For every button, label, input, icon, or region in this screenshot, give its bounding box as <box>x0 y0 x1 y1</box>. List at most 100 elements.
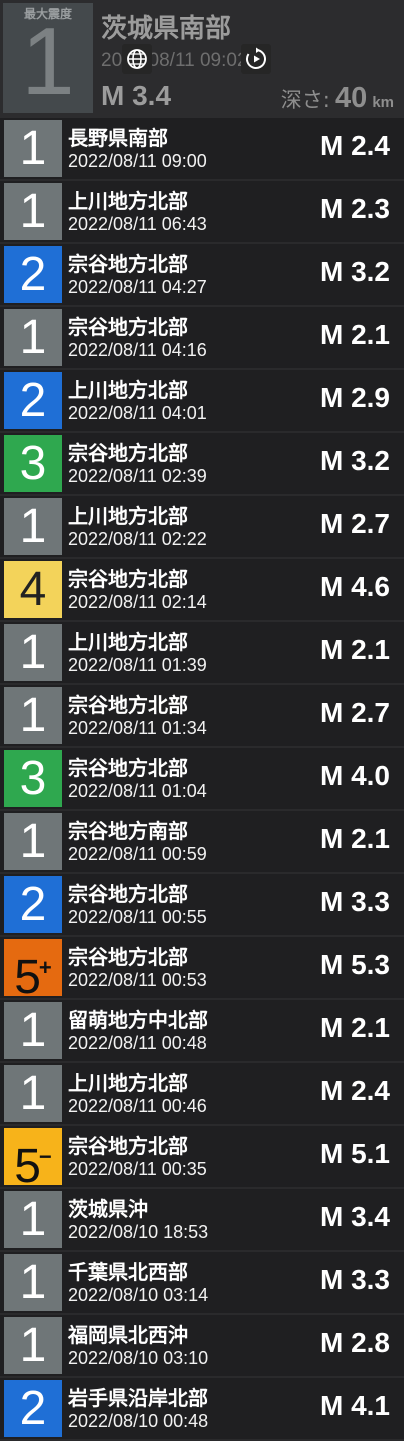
intensity-badge: 4 <box>4 561 62 618</box>
intensity-badge: 2 <box>4 246 62 303</box>
quake-list: 1 長野県南部 2022/08/11 09:00 M 2.4 1 上川地方北部 2022/0… <box>0 118 404 1441</box>
quake-region: 上川地方北部 <box>68 504 188 528</box>
latest-quake-header[interactable]: 1 最大震度 茨城県南部 2022/08/11 09:02 M 3.4 深さ: … <box>0 0 404 118</box>
quake-row[interactable]: 5+ 宗谷地方北部 2022/08/11 00:53 M 5.3 <box>0 937 404 1004</box>
quake-region: 留萌地方中北部 <box>68 1008 208 1032</box>
quake-magnitude: M 3.2 <box>319 445 390 476</box>
quake-datetime: 2022/08/11 01:04 <box>68 781 207 801</box>
quake-datetime: 2022/08/11 00:46 <box>68 1096 207 1116</box>
quake-region: 上川地方北部 <box>68 1071 188 1095</box>
quake-region: 長野県南部 <box>68 126 168 150</box>
quake-region: 上川地方北部 <box>68 630 188 654</box>
quake-magnitude: M 2.8 <box>319 1327 390 1358</box>
quake-row[interactable]: 2 上川地方北部 2022/08/11 04:01 M 2.9 <box>0 370 404 431</box>
quake-region: 千葉県北西部 <box>68 1260 188 1284</box>
quake-datetime: 2022/08/11 02:14 <box>68 592 207 612</box>
replay-icon[interactable] <box>241 44 271 74</box>
quake-row[interactable]: 1 上川地方北部 2022/08/11 06:43 M 2.3 <box>0 181 404 242</box>
intensity-value: 2 <box>19 878 47 931</box>
intensity-badge: 1 <box>4 624 62 681</box>
intensity-value: 2 <box>19 374 47 427</box>
intensity-badge: 2 <box>4 372 62 429</box>
intensity-badge: 1 <box>4 1317 62 1374</box>
quake-magnitude: M 2.1 <box>319 319 390 350</box>
quake-region: 宗谷地方北部 <box>68 567 188 591</box>
quake-region: 宗谷地方南部 <box>68 819 188 843</box>
max-intensity-badge: 1 最大震度 <box>3 3 93 113</box>
quake-datetime: 2022/08/11 02:22 <box>68 529 207 549</box>
quake-magnitude: M 2.4 <box>319 1075 390 1106</box>
quake-row[interactable]: 1 宗谷地方北部 2022/08/11 04:16 M 2.1 <box>0 307 404 368</box>
intensity-value: 1 <box>19 626 47 679</box>
quake-datetime: 2022/08/11 04:01 <box>68 403 207 423</box>
quake-magnitude: M 5.1 <box>319 1138 390 1169</box>
intensity-badge: 2 <box>4 1380 62 1437</box>
depth-label: 深さ: <box>280 88 330 112</box>
intensity-value: 1 <box>19 689 47 742</box>
quake-row[interactable]: 2 岩手県沿岸北部 2022/08/10 00:48 M 4.1 <box>0 1378 404 1439</box>
quake-magnitude: M 3.2 <box>319 256 390 287</box>
intensity-value: 1 <box>19 185 47 238</box>
quake-row[interactable]: 4 宗谷地方北部 2022/08/11 02:14 M 4.6 <box>0 559 404 620</box>
intensity-value: 1 <box>19 1067 47 1120</box>
quake-datetime: 2022/08/11 01:34 <box>68 718 207 738</box>
intensity-value: 5 <box>14 951 41 1004</box>
header-region: 茨城県南部 <box>101 14 232 44</box>
quake-magnitude: M 3.3 <box>319 886 390 917</box>
intensity-badge: 1 <box>4 813 62 870</box>
intensity-modifier: − <box>38 1144 52 1169</box>
quake-region: 茨城県沖 <box>68 1197 148 1221</box>
depth-unit: km <box>372 94 394 111</box>
intensity-badge: 1 <box>4 120 62 177</box>
quake-datetime: 2022/08/10 03:10 <box>68 1348 209 1368</box>
max-intensity-label: 最大震度 <box>23 7 72 21</box>
quake-row[interactable]: 1 福岡県北西沖 2022/08/10 03:10 M 2.8 <box>0 1315 404 1376</box>
quake-row[interactable]: 1 宗谷地方南部 2022/08/11 00:59 M 2.1 <box>0 811 404 872</box>
intensity-modifier: + <box>38 955 52 980</box>
intensity-value: 1 <box>19 311 47 364</box>
quake-datetime: 2022/08/11 04:27 <box>68 277 207 297</box>
intensity-value: 1 <box>19 1193 47 1246</box>
globe-icon[interactable] <box>122 44 152 74</box>
intensity-value: 4 <box>19 563 47 616</box>
quake-magnitude: M 2.4 <box>319 130 390 161</box>
quake-datetime: 2022/08/11 00:53 <box>68 970 207 990</box>
intensity-value: 1 <box>19 1004 47 1057</box>
quake-magnitude: M 2.7 <box>319 508 390 539</box>
quake-region: 上川地方北部 <box>68 378 188 402</box>
quake-magnitude: M 3.3 <box>319 1264 390 1295</box>
quake-row[interactable]: 3 宗谷地方北部 2022/08/11 02:39 M 3.2 <box>0 433 404 494</box>
quake-datetime: 2022/08/11 06:43 <box>68 214 207 234</box>
quake-datetime: 2022/08/11 00:48 <box>68 1033 207 1053</box>
intensity-badge: 1 <box>4 183 62 240</box>
intensity-value: 1 <box>19 500 47 553</box>
intensity-badge: 1 <box>4 309 62 366</box>
intensity-badge: 1 <box>4 1191 62 1248</box>
quake-datetime: 2022/08/11 00:55 <box>68 907 207 927</box>
quake-row[interactable]: 5− 宗谷地方北部 2022/08/11 00:35 M 5.1 <box>0 1126 404 1193</box>
quake-row[interactable]: 2 宗谷地方北部 2022/08/11 04:27 M 3.2 <box>0 244 404 305</box>
quake-row[interactable]: 1 茨城県沖 2022/08/10 18:53 M 3.4 <box>0 1189 404 1250</box>
quake-row[interactable]: 1 上川地方北部 2022/08/11 02:22 M 2.7 <box>0 496 404 557</box>
quake-row[interactable]: 2 宗谷地方北部 2022/08/11 00:55 M 3.3 <box>0 874 404 935</box>
intensity-value: 2 <box>19 248 47 301</box>
quake-row[interactable]: 1 長野県南部 2022/08/11 09:00 M 2.4 <box>0 118 404 179</box>
quake-region: 宗谷地方北部 <box>68 756 188 780</box>
quake-magnitude: M 3.4 <box>319 1201 390 1232</box>
quake-row[interactable]: 1 留萌地方中北部 2022/08/11 00:48 M 2.1 <box>0 1000 404 1061</box>
max-intensity-value: 1 <box>21 8 75 113</box>
quake-datetime: 2022/08/10 00:48 <box>68 1411 209 1431</box>
quake-row[interactable]: 3 宗谷地方北部 2022/08/11 01:04 M 4.0 <box>0 748 404 809</box>
intensity-badge: 5− <box>4 1128 62 1193</box>
intensity-value: 1 <box>19 1256 47 1309</box>
header-magnitude: M 3.4 <box>101 80 172 111</box>
quake-row[interactable]: 1 上川地方北部 2022/08/11 00:46 M 2.4 <box>0 1063 404 1124</box>
quake-magnitude: M 5.3 <box>319 949 390 980</box>
intensity-badge: 2 <box>4 876 62 933</box>
quake-magnitude: M 4.6 <box>319 571 390 602</box>
quake-row[interactable]: 1 千葉県北西部 2022/08/10 03:14 M 3.3 <box>0 1252 404 1313</box>
intensity-value: 5 <box>14 1140 41 1193</box>
quake-row[interactable]: 1 上川地方北部 2022/08/11 01:39 M 2.1 <box>0 622 404 683</box>
quake-row[interactable]: 1 宗谷地方北部 2022/08/11 01:34 M 2.7 <box>0 685 404 746</box>
quake-magnitude: M 2.7 <box>319 697 390 728</box>
